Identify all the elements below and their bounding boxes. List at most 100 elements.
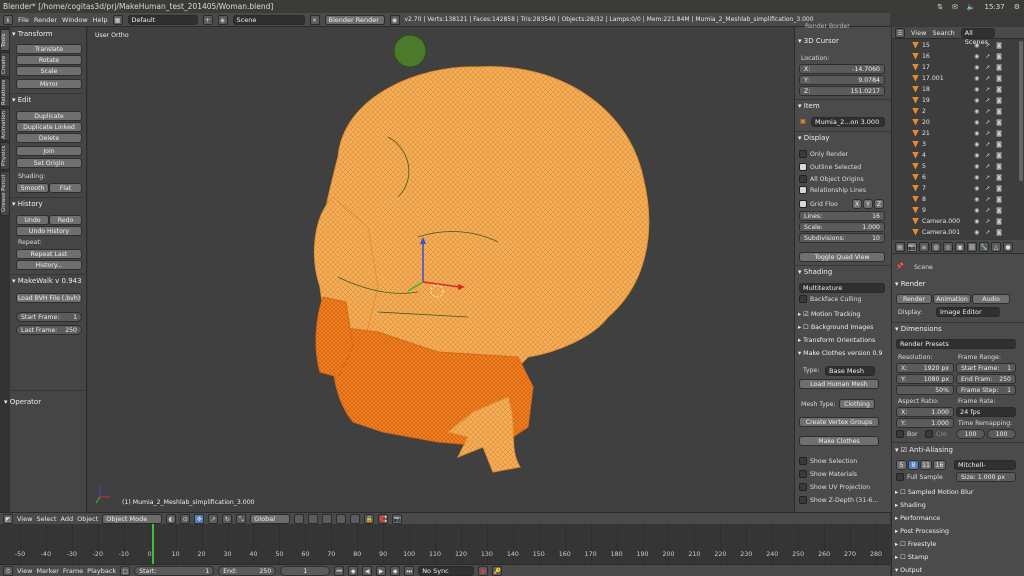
create-vertex-groups-button[interactable]: Create Vertex Groups [799,417,879,427]
outliner-menu-search[interactable]: Search [932,29,954,37]
visibility-icons[interactable]: ◉ ➚ ◙ [974,74,1004,84]
make-clothes-header[interactable]: ▾ Make Clothes version 0.9 [798,350,882,357]
object-context-icon[interactable]: ▣ [955,241,965,252]
outline-selected-checkbox[interactable] [799,163,807,171]
screen-selector[interactable]: Default [127,14,198,25]
jump-end-icon[interactable]: ⏭ [404,565,415,576]
grid-lines-field[interactable]: Lines: 16 [799,211,885,221]
timeline-menu-view[interactable]: View [17,567,32,575]
visibility-icons[interactable]: ◉ ➚ ◙ [974,217,1004,227]
outliner-row[interactable]: 4 ◉ ➚ ◙ [892,151,1012,161]
outliner-row[interactable]: Camera.001 ◉ ➚ ◙ [892,228,1012,238]
show-uv-checkbox[interactable] [799,483,807,491]
visibility-icons[interactable]: ◉ ➚ ◙ [974,41,1004,51]
menu-help[interactable]: Help [93,16,108,24]
frame-rate-select[interactable]: 24 fps [956,407,1016,417]
visibility-icons[interactable]: ◉ ➚ ◙ [974,63,1004,73]
show-zdepth-checkbox[interactable] [799,496,807,504]
sync-mode-select[interactable]: No Sync [418,565,475,576]
tab-relations[interactable]: Relations [0,78,10,107]
rotate-button[interactable]: Rotate [16,55,82,65]
load-human-mesh-button[interactable]: Load Human Mesh [799,379,879,389]
resolution-y-field[interactable]: Y: 1080 px [896,374,954,384]
join-button[interactable]: Join [16,146,82,156]
last-frame-field[interactable]: Last Frame: 250 [16,325,82,335]
outliner-row[interactable]: 16 ◉ ➚ ◙ [892,52,1012,62]
editor-type-icon[interactable]: ℹ [3,14,13,25]
render-engine-select[interactable]: Blender Render [324,14,385,25]
properties-editor-icon[interactable]: ▤ [895,241,905,252]
makewalk-panel-header[interactable]: ▾ MakeWalk v 0.943 [12,277,82,285]
mail-icon[interactable]: ✉ [952,3,958,11]
aspect-x-field[interactable]: X: 1.000 [896,407,954,417]
only-render-checkbox[interactable] [799,150,807,158]
outliner-row[interactable]: 17 ◉ ➚ ◙ [892,63,1012,73]
load-bvh-button[interactable]: Load BVH File (.bvh) [16,293,82,303]
item-name-field[interactable]: Mumia_2...on 3.000 [811,117,885,127]
outliner-row[interactable]: 21 ◉ ➚ ◙ [892,129,1012,139]
edit-panel-header[interactable]: ▾ Edit [12,96,31,104]
axis-z-toggle[interactable]: Z [874,199,884,209]
world-context-icon[interactable]: ◎ [943,241,953,252]
border-checkbox[interactable] [896,430,904,438]
aa-filter-select[interactable]: Mitchell-Netrav... [954,460,1016,470]
grid-floor-checkbox[interactable] [799,200,807,208]
screen-layout-icon[interactable]: ▦ [112,14,123,25]
aa-size-field[interactable]: Size: 1.000 px [956,472,1016,482]
next-keyframe-icon[interactable]: ◆ [390,565,401,576]
aa-samples-11[interactable]: 11 [920,460,932,470]
view3d-editor-icon[interactable]: ◩ [3,513,13,524]
sampled-motion-blur-header[interactable]: ▸ ☐ Sampled Motion Blur [895,489,973,496]
rotate-manipulator-icon[interactable]: ↻ [222,513,233,524]
data-context-icon[interactable]: △ [991,241,1001,252]
outliner-row[interactable]: 19 ◉ ➚ ◙ [892,96,1012,106]
history-panel-header[interactable]: ▾ History [12,200,43,208]
mesh-type-select[interactable]: Clothing [839,399,875,409]
modifiers-icon[interactable]: 🔧 [979,241,989,252]
translate-manipulator-icon[interactable]: ↗ [208,513,219,524]
outliner-row[interactable]: 6 ◉ ➚ ◙ [892,173,1012,183]
tab-physics[interactable]: Physics [0,142,10,170]
timeline-start-field[interactable]: Start: 1 [134,565,215,576]
interaction-mode-select[interactable]: Object Mode [102,513,163,524]
render-panel-header[interactable]: ▾ Render [895,280,926,288]
duplicate-linked-button[interactable]: Duplicate Linked [16,122,82,132]
flat-button[interactable]: Flat [49,183,82,193]
visibility-icons[interactable]: ◉ ➚ ◙ [974,151,1004,161]
visibility-icons[interactable]: ◉ ➚ ◙ [974,173,1004,183]
outliner-row[interactable]: Camera.000 ◉ ➚ ◙ [892,217,1012,227]
3d-viewport[interactable]: User Ortho (1) Mumia_2_Meshlab_simplific… [88,27,794,512]
render-preview-icon[interactable]: 📷 [392,513,403,524]
skull-model[interactable] [88,27,794,512]
redo-button[interactable]: Redo [49,215,82,225]
scene-icon[interactable]: ◈ [217,14,228,25]
layer-4-toggle[interactable] [336,513,347,524]
prev-keyframe-icon[interactable]: ◆ [348,565,359,576]
visibility-icons[interactable]: ◉ ➚ ◙ [974,184,1004,194]
shading-panel-header[interactable]: ▸ Shading [895,502,926,509]
scene-selector[interactable]: Scene [232,14,305,25]
tab-animation[interactable]: Animation [0,108,10,141]
make-clothes-button[interactable]: Make Clothes [799,436,879,446]
aa-samples-5[interactable]: 5 [896,460,907,470]
outliner-editor-icon[interactable]: ☰ [895,27,905,38]
outliner-row[interactable]: 7 ◉ ➚ ◙ [892,184,1012,194]
play-icon[interactable]: ▶ [376,565,387,576]
pin-icon[interactable]: 📌 [896,262,904,270]
animation-button[interactable]: Animation [933,294,971,304]
backface-culling-checkbox[interactable] [799,295,807,303]
outliner-row[interactable]: 20 ◉ ➚ ◙ [892,118,1012,128]
view3d-menu-object[interactable]: Object [77,515,98,523]
render-layers-icon[interactable]: ≡ [919,241,929,252]
all-origins-checkbox[interactable] [799,175,807,183]
view3d-menu-add[interactable]: Add [61,515,74,523]
menu-window[interactable]: Window [62,16,88,24]
resolution-percent-field[interactable]: 50% [896,385,954,395]
constraints-icon[interactable]: ⛓ [967,241,977,252]
outliner-menu-view[interactable]: View [911,29,926,37]
set-origin-dropdown[interactable]: Set Origin [16,158,82,168]
smooth-button[interactable]: Smooth [16,183,49,193]
add-screen-button[interactable]: + [202,14,213,25]
remap-old-field[interactable]: 100 [956,429,985,439]
scale-button[interactable]: Scale [16,66,82,76]
